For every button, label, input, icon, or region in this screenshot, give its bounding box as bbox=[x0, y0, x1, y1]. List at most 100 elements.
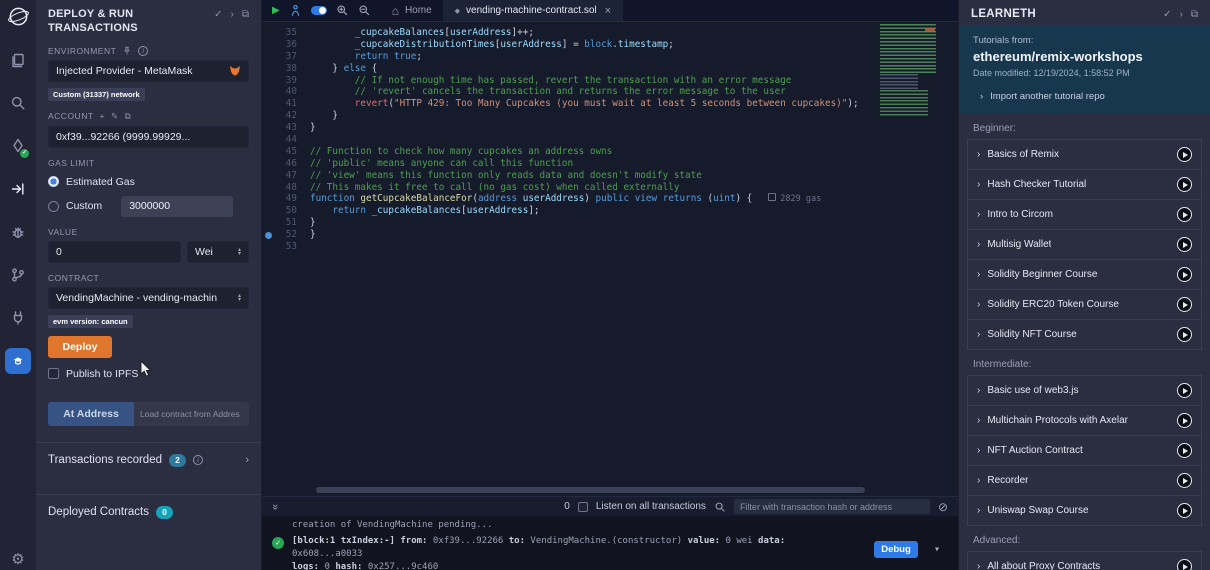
debugger-icon[interactable] bbox=[0, 210, 36, 253]
debug-button[interactable]: Debug bbox=[874, 541, 918, 558]
breakpoint-gutter[interactable] bbox=[262, 170, 276, 182]
git-icon[interactable] bbox=[0, 253, 36, 296]
publish-to-ipfs-option[interactable]: Publish to IPFS bbox=[48, 368, 249, 380]
walkthrough-person-icon[interactable] bbox=[289, 4, 302, 17]
search-icon[interactable] bbox=[0, 81, 36, 124]
tutorial-item[interactable]: ›NFT Auction Contract bbox=[967, 435, 1202, 466]
value-unit-select[interactable]: Wei ▴▾ bbox=[187, 241, 249, 263]
tutorial-item[interactable]: ›Basic use of web3.js bbox=[967, 375, 1202, 406]
collapse-terminal-icon[interactable]: » bbox=[269, 503, 281, 509]
tutorial-item[interactable]: ›Solidity ERC20 Token Course bbox=[967, 289, 1202, 320]
play-circle-icon[interactable] bbox=[1177, 147, 1192, 162]
verify-check-icon[interactable]: ✓ bbox=[1163, 9, 1171, 20]
code-editor[interactable]: 35 _cupcakeBalances[userAddress]++;36 _c… bbox=[262, 22, 958, 496]
scrollbar-thumb[interactable] bbox=[316, 487, 865, 493]
breakpoint-dot[interactable] bbox=[262, 229, 276, 241]
minimap[interactable] bbox=[880, 24, 936, 120]
value-input[interactable] bbox=[48, 241, 181, 263]
play-circle-icon[interactable] bbox=[1177, 237, 1192, 252]
deployed-contracts-row[interactable]: Deployed Contracts 0 bbox=[48, 495, 249, 530]
estimated-gas-radio[interactable] bbox=[48, 176, 59, 187]
breakpoint-gutter[interactable] bbox=[262, 51, 276, 63]
breakpoint-gutter[interactable] bbox=[262, 146, 276, 158]
deploy-and-run-icon[interactable] bbox=[0, 167, 36, 210]
tab-home[interactable]: ⌂ Home bbox=[381, 0, 444, 21]
clear-console-icon[interactable]: ⊘ bbox=[938, 500, 948, 514]
tutorial-item[interactable]: ›Recorder bbox=[967, 465, 1202, 496]
breakpoint-gutter[interactable] bbox=[262, 205, 276, 217]
breakpoint-gutter[interactable] bbox=[262, 122, 276, 134]
custom-gas-radio[interactable] bbox=[48, 201, 59, 212]
play-circle-icon[interactable] bbox=[1177, 267, 1192, 282]
tutorial-item[interactable]: ›Solidity Beginner Course bbox=[967, 259, 1202, 290]
play-circle-icon[interactable] bbox=[1177, 473, 1192, 488]
play-circle-icon[interactable] bbox=[1177, 383, 1192, 398]
filter-transactions-input[interactable] bbox=[734, 499, 930, 514]
breakpoint-gutter[interactable] bbox=[262, 110, 276, 122]
info-icon[interactable]: i bbox=[193, 455, 203, 465]
tutorial-item[interactable]: ›Hash Checker Tutorial bbox=[967, 169, 1202, 200]
close-tab-icon[interactable]: × bbox=[605, 5, 611, 17]
info-icon[interactable]: i bbox=[138, 46, 148, 56]
tutorial-item[interactable]: ›Multichain Protocols with Axelar bbox=[967, 405, 1202, 436]
play-circle-icon[interactable] bbox=[1177, 327, 1192, 342]
search-icon[interactable] bbox=[714, 501, 726, 513]
breakpoint-gutter[interactable] bbox=[262, 217, 276, 229]
file-explorer-icon[interactable] bbox=[0, 38, 36, 81]
settings-gear-icon[interactable]: ⚙ bbox=[11, 550, 24, 568]
at-address-input[interactable] bbox=[134, 402, 249, 426]
custom-gas-input[interactable] bbox=[121, 196, 233, 217]
breakpoint-gutter[interactable] bbox=[262, 193, 276, 205]
copy-account-icon[interactable]: ⧉ bbox=[125, 111, 132, 122]
transaction-log-row[interactable]: ✓ [block:1 txIndex:-] from: 0xf39...9226… bbox=[272, 535, 948, 570]
breakpoint-gutter[interactable] bbox=[262, 75, 276, 87]
verify-check-icon[interactable]: ✓ bbox=[214, 9, 222, 20]
play-circle-icon[interactable] bbox=[1177, 297, 1192, 312]
deploy-button[interactable]: Deploy bbox=[48, 336, 112, 358]
horizontal-scrollbar[interactable] bbox=[310, 487, 894, 493]
tutorial-item[interactable]: ›Uniswap Swap Course bbox=[967, 495, 1202, 526]
environment-select[interactable]: Injected Provider - MetaMask bbox=[48, 60, 249, 82]
tab-file[interactable]: ◆ vending-machine-contract.sol × bbox=[444, 0, 623, 21]
breakpoint-gutter[interactable] bbox=[262, 39, 276, 51]
publish-ipfs-checkbox[interactable] bbox=[48, 368, 59, 379]
solidity-compiler-icon[interactable]: ✓ bbox=[0, 124, 36, 167]
custom-gas-option[interactable]: Custom bbox=[48, 196, 249, 217]
tutorial-item[interactable]: ›Solidity NFT Course bbox=[967, 319, 1202, 350]
tutorial-item[interactable]: ›Multisig Wallet bbox=[967, 229, 1202, 260]
breakpoint-gutter[interactable] bbox=[262, 182, 276, 194]
transactions-recorded-row[interactable]: Transactions recorded 2 i › bbox=[48, 443, 249, 478]
breakpoint-gutter[interactable] bbox=[262, 98, 276, 110]
pin-panel-icon[interactable]: ⧉ bbox=[242, 9, 249, 20]
contract-select[interactable]: VendingMachine - vending-machin ▴▾ bbox=[48, 287, 249, 309]
at-address-button[interactable]: At Address bbox=[48, 402, 134, 426]
learneth-icon[interactable] bbox=[0, 339, 36, 382]
add-account-icon[interactable]: + bbox=[100, 111, 105, 121]
breakpoint-gutter[interactable] bbox=[262, 86, 276, 98]
run-script-play-icon[interactable]: ▶ bbox=[272, 5, 280, 16]
zoom-in-icon[interactable] bbox=[336, 4, 349, 17]
breakpoint-gutter[interactable] bbox=[262, 241, 276, 253]
tutorial-item[interactable]: ›All about Proxy Contracts bbox=[967, 551, 1202, 570]
breakpoint-gutter[interactable] bbox=[262, 63, 276, 75]
editor-toggle-icon[interactable] bbox=[311, 6, 327, 15]
play-circle-icon[interactable] bbox=[1177, 177, 1192, 192]
account-select[interactable]: 0xf39...92266 (9999.99929... bbox=[48, 126, 249, 148]
expand-log-chevron-icon[interactable]: ▾ bbox=[934, 544, 940, 555]
play-circle-icon[interactable] bbox=[1177, 503, 1192, 518]
tutorial-item[interactable]: ›Intro to Circom bbox=[967, 199, 1202, 230]
edit-account-icon[interactable]: ✎ bbox=[111, 111, 119, 122]
play-circle-icon[interactable] bbox=[1177, 559, 1192, 570]
expand-chevron-icon[interactable]: › bbox=[245, 454, 249, 466]
listen-all-checkbox[interactable] bbox=[578, 502, 588, 512]
collapse-panel-icon[interactable]: › bbox=[231, 9, 234, 20]
breakpoint-gutter[interactable] bbox=[262, 158, 276, 170]
breakpoint-gutter[interactable] bbox=[262, 27, 276, 39]
breakpoint-gutter[interactable] bbox=[262, 134, 276, 146]
zoom-out-icon[interactable] bbox=[358, 4, 371, 17]
terminal[interactable]: creation of VendingMachine pending... ✓ … bbox=[262, 516, 958, 570]
collapse-panel-icon[interactable]: › bbox=[1180, 9, 1183, 20]
pin-icon[interactable] bbox=[122, 46, 132, 56]
play-circle-icon[interactable] bbox=[1177, 413, 1192, 428]
plugin-manager-icon[interactable] bbox=[0, 296, 36, 339]
